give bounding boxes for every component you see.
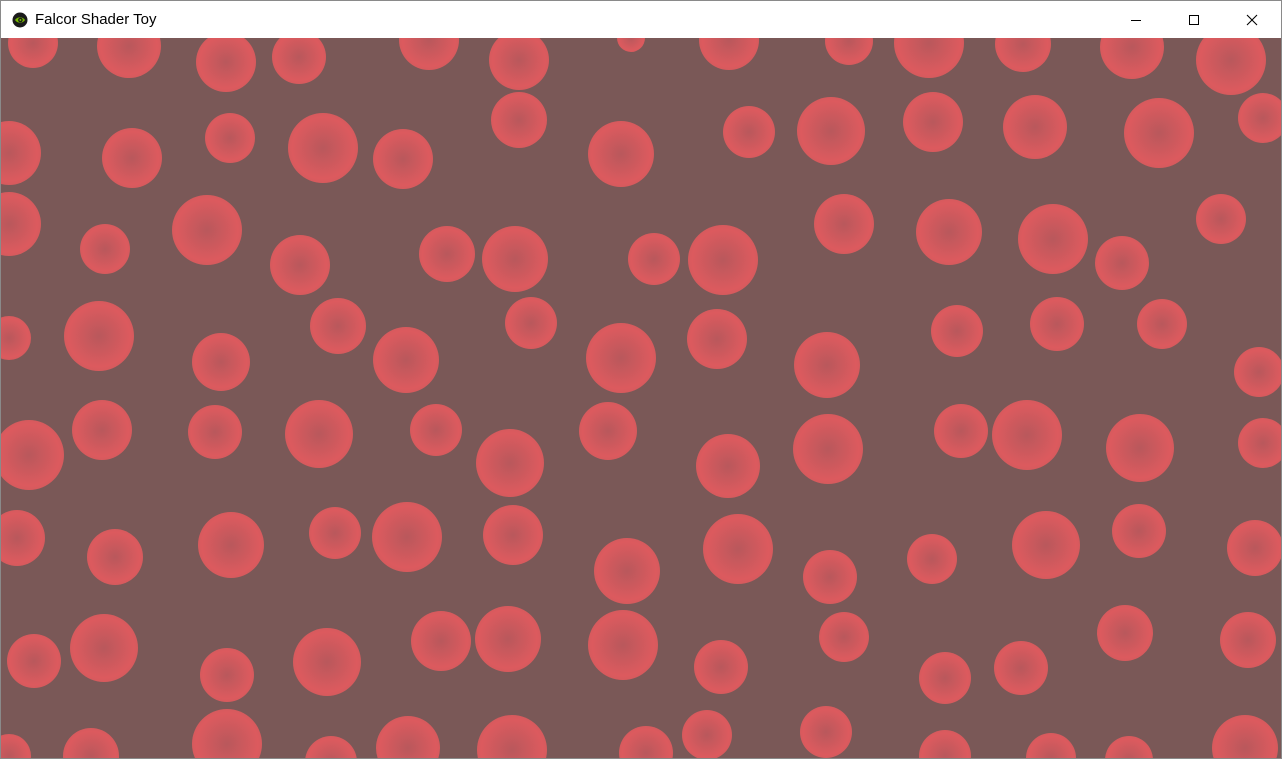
shader-circle [1106, 414, 1174, 482]
shader-circle [579, 402, 637, 460]
shader-circle [72, 400, 132, 460]
app-window: Falcor Shader Toy [0, 0, 1282, 759]
shader-circle [172, 195, 242, 265]
shader-circle [192, 333, 250, 391]
minimize-icon [1130, 14, 1142, 26]
shader-circle [419, 226, 475, 282]
shader-circle [188, 405, 242, 459]
shader-circle [87, 529, 143, 585]
shader-circle [310, 298, 366, 354]
shader-circle [1018, 204, 1088, 274]
shader-circle [64, 301, 134, 371]
shader-circle [800, 706, 852, 758]
shader-circle [491, 92, 547, 148]
shader-circle [410, 404, 462, 456]
shader-circle [793, 414, 863, 484]
shader-circle [992, 400, 1062, 470]
shader-circle [994, 641, 1048, 695]
shader-circle [907, 534, 957, 584]
shader-circle [797, 97, 865, 165]
close-icon [1246, 14, 1258, 26]
window-title: Falcor Shader Toy [35, 11, 157, 28]
shader-circle [696, 434, 760, 498]
shader-circle [372, 502, 442, 572]
minimize-button[interactable] [1107, 1, 1165, 38]
shader-canvas [1, 38, 1281, 758]
shader-circle [288, 113, 358, 183]
shader-circle [270, 235, 330, 295]
shader-circle [586, 323, 656, 393]
shader-circle [505, 297, 557, 349]
shader-circle [1012, 511, 1080, 579]
shader-circle [1124, 98, 1194, 168]
shader-circle [1220, 612, 1276, 668]
shader-circle [688, 225, 758, 295]
shader-circle [934, 404, 988, 458]
shader-circle [70, 614, 138, 682]
shader-circle [588, 610, 658, 680]
shader-circle [723, 106, 775, 158]
shader-circle [483, 505, 543, 565]
shader-circle [373, 327, 439, 393]
shader-circle [814, 194, 874, 254]
shader-circle [1112, 504, 1166, 558]
shader-circle [1095, 236, 1149, 290]
maximize-button[interactable] [1165, 1, 1223, 38]
nvidia-eye-icon [12, 12, 28, 28]
shader-circle [475, 606, 541, 672]
shader-circle [7, 634, 61, 688]
shader-circle [80, 224, 130, 274]
shader-circle [373, 129, 433, 189]
close-button[interactable] [1223, 1, 1281, 38]
shader-circle [482, 226, 548, 292]
shader-circle [476, 429, 544, 497]
shader-circle [205, 113, 255, 163]
shader-circle [411, 611, 471, 671]
shader-circle [916, 199, 982, 265]
shader-circle [794, 332, 860, 398]
shader-circle [102, 128, 162, 188]
shader-circle [819, 612, 869, 662]
shader-circle [594, 538, 660, 604]
shader-circle [1097, 605, 1153, 661]
shader-render-viewport[interactable] [1, 38, 1281, 758]
shader-circle [703, 514, 773, 584]
shader-circle [198, 512, 264, 578]
shader-circle [293, 628, 361, 696]
shader-circle [903, 92, 963, 152]
shader-circle [628, 233, 680, 285]
title-bar[interactable]: Falcor Shader Toy [1, 1, 1281, 38]
window-controls [1107, 1, 1281, 38]
shader-circle [1137, 299, 1187, 349]
shader-circle [1196, 194, 1246, 244]
shader-circle [1003, 95, 1067, 159]
shader-circle [200, 648, 254, 702]
shader-circle [682, 710, 732, 758]
shader-circle [1227, 520, 1281, 576]
shader-circle [1030, 297, 1084, 351]
shader-circle [803, 550, 857, 604]
shader-circle [694, 640, 748, 694]
shader-circle [919, 652, 971, 704]
shader-circle [309, 507, 361, 559]
maximize-icon [1188, 14, 1200, 26]
shader-circle [687, 309, 747, 369]
shader-circle [931, 305, 983, 357]
shader-circle [588, 121, 654, 187]
shader-circle [285, 400, 353, 468]
